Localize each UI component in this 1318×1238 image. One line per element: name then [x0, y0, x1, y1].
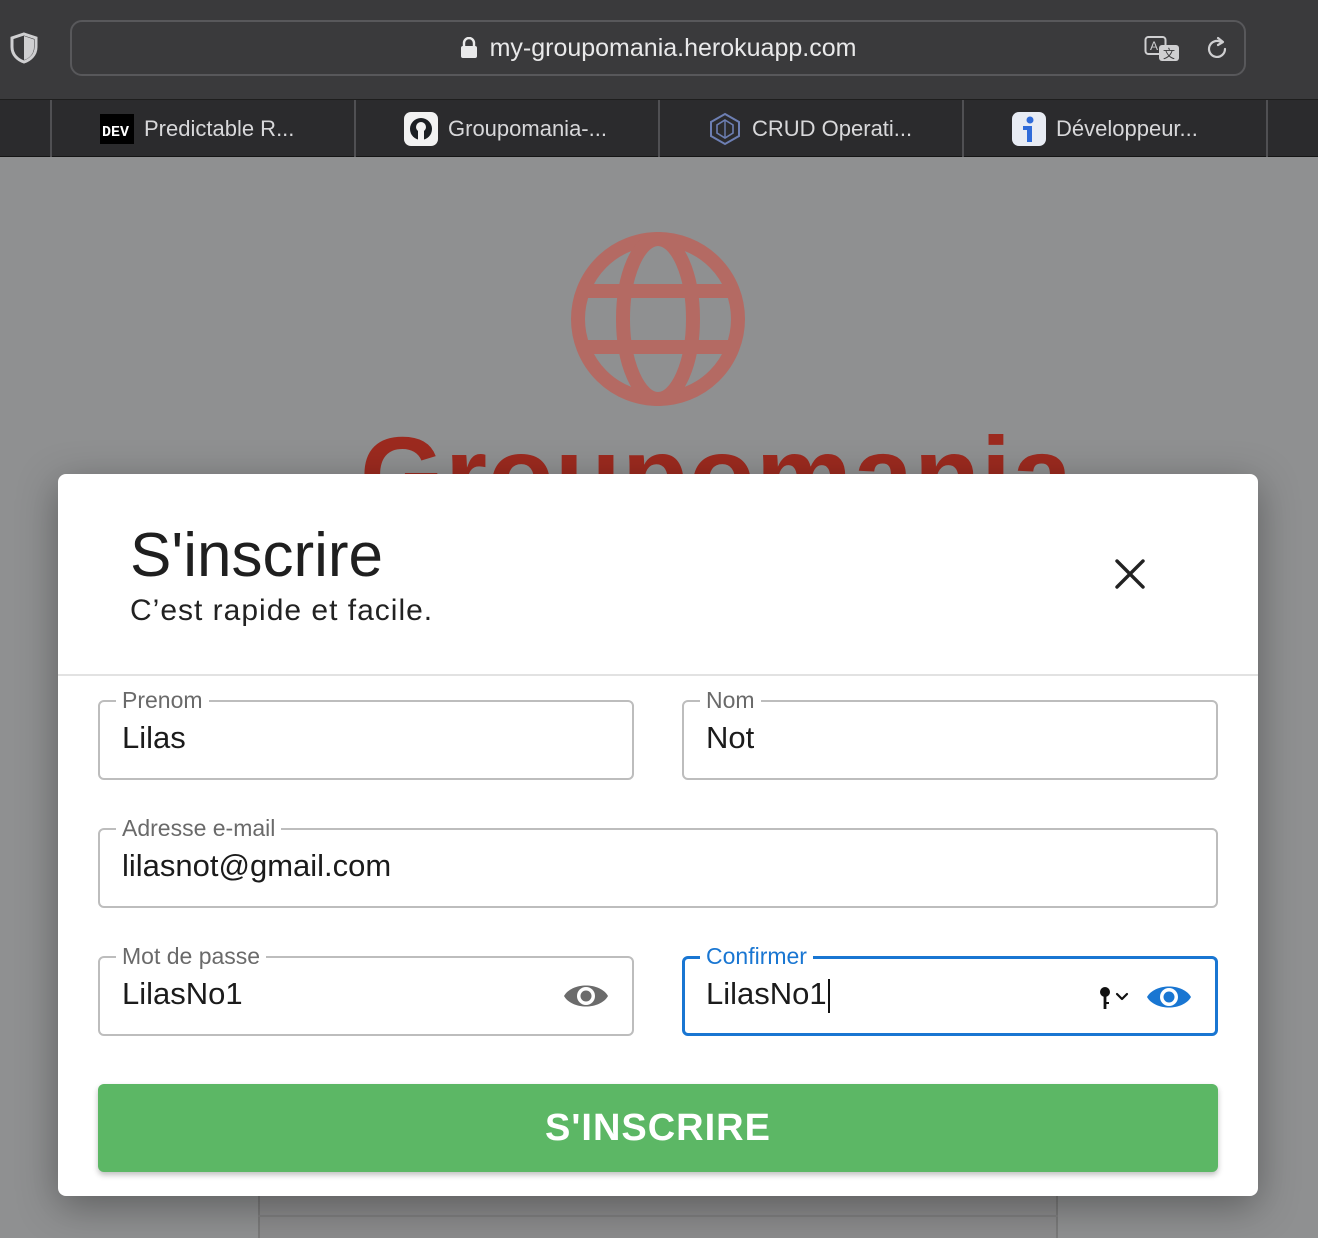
show-confirm-eye-icon[interactable]	[1145, 979, 1193, 1015]
address-bar[interactable]: my-groupomania.herokuapp.com A 文	[70, 20, 1246, 76]
tab-label: Predictable R...	[144, 115, 295, 141]
translate-icon[interactable]: A 文	[1144, 35, 1182, 65]
svg-text:A: A	[1150, 39, 1158, 53]
password-label: Mot de passe	[116, 942, 267, 970]
modal-title: S'inscrire	[130, 521, 383, 590]
tab-label: CRUD Operati...	[752, 115, 913, 141]
text-caret	[827, 978, 830, 1013]
email-input[interactable]: lilasnot@gmail.com	[122, 848, 1022, 884]
show-password-eye-icon[interactable]	[562, 978, 610, 1014]
svg-text:DEV: DEV	[102, 124, 129, 141]
tab-label: Groupomania-...	[448, 115, 607, 141]
key-autofill-icon[interactable]	[1095, 983, 1135, 1013]
modal-divider	[58, 674, 1258, 676]
github-icon	[404, 111, 438, 146]
close-icon[interactable]	[1110, 554, 1150, 594]
tab-label: Développeur...	[1056, 115, 1198, 141]
signup-submit-button[interactable]: S'INSCRIRE	[98, 1084, 1218, 1172]
modal-subtitle: C’est rapide et facile.	[130, 594, 434, 627]
email-field[interactable]: Adresse e-mail lilasnot@gmail.com	[98, 814, 1218, 908]
browser-toolbar: my-groupomania.herokuapp.com A 文	[0, 0, 1318, 100]
reload-icon[interactable]	[1204, 36, 1230, 62]
confirm-input-value: LilasNo1	[706, 976, 827, 1011]
url-text: my-groupomania.herokuapp.com	[489, 33, 857, 62]
email-label: Adresse e-mail	[116, 814, 282, 842]
prenom-field[interactable]: Prenom Lilas	[98, 686, 634, 780]
password-input[interactable]: LilasNo1	[122, 976, 542, 1012]
nom-input[interactable]: Not	[706, 720, 1126, 756]
confirm-label: Confirmer	[700, 942, 813, 970]
bookmarks-bar: DEV Predictable R... Groupomania-... CRU…	[0, 100, 1318, 157]
shield-icon[interactable]	[10, 32, 38, 64]
cube-icon	[708, 112, 742, 146]
info-icon	[1012, 111, 1046, 146]
dev-icon: DEV	[100, 112, 134, 146]
tab-github[interactable]: Groupomania-...	[354, 100, 658, 157]
divider	[258, 1215, 1058, 1217]
nom-field[interactable]: Nom Not	[682, 686, 1218, 780]
confirm-input[interactable]: LilasNo1	[706, 976, 1126, 1013]
tab-crud[interactable]: CRUD Operati...	[658, 100, 962, 157]
confirm-password-field[interactable]: Confirmer LilasNo1	[682, 942, 1218, 1036]
password-field[interactable]: Mot de passe LilasNo1	[98, 942, 634, 1036]
signup-modal: S'inscrire C’est rapide et facile. Preno…	[58, 474, 1258, 1196]
prenom-input[interactable]: Lilas	[122, 720, 542, 756]
prenom-label: Prenom	[116, 686, 209, 714]
svg-text:文: 文	[1163, 46, 1175, 61]
tab-divider	[1266, 100, 1268, 157]
tab-developpeur[interactable]: Développeur...	[962, 100, 1266, 157]
nom-label: Nom	[700, 686, 761, 714]
lock-icon	[460, 37, 477, 58]
globe-logo-icon	[571, 232, 745, 406]
tab-dev[interactable]: DEV Predictable R...	[50, 100, 354, 157]
